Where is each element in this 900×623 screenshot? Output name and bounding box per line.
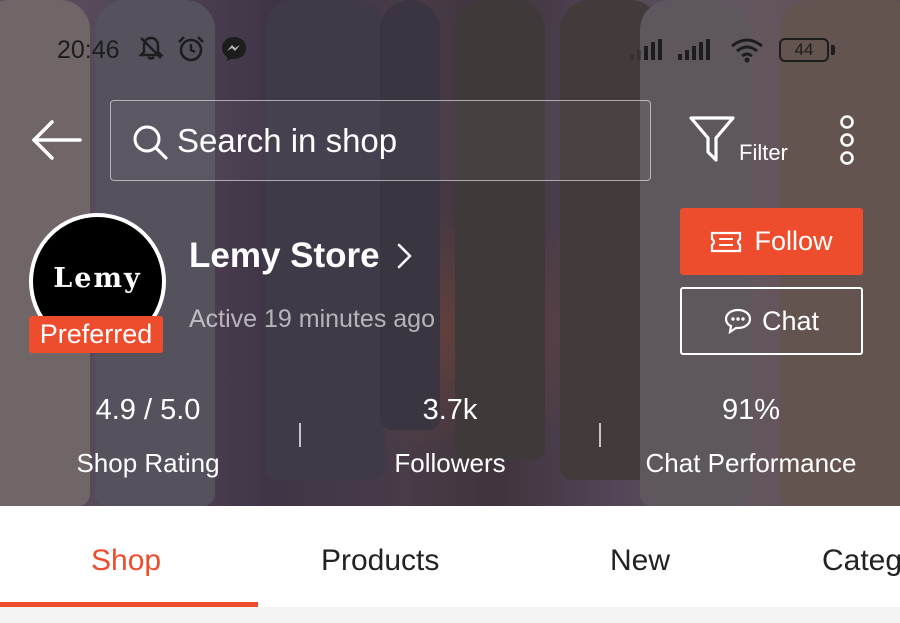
stat-chat-performance[interactable]: 91% Chat Performance [630,392,872,480]
chat-button[interactable]: Chat [680,287,863,355]
search-icon [133,125,168,160]
funnel-icon [689,116,735,162]
chat-label: Chat [761,305,820,336]
search-input[interactable]: Search in shop [110,100,651,181]
stat-value: 91% [721,394,781,426]
wifi-icon [730,37,764,69]
battery-icon: 44 [779,38,829,62]
battery-tip [831,45,835,55]
chevron-right-icon [397,243,411,269]
shop-name: Lemy Store [189,236,380,275]
filter-button[interactable]: Filter [688,112,798,172]
search-placeholder: Search in shop [177,122,398,159]
ticket-icon [711,231,742,252]
signal-icon [678,39,710,60]
tab-products[interactable]: Products [321,544,439,578]
shop-tab-bar: Shop Products New Categ [0,506,900,623]
messenger-icon [220,35,248,69]
signal-icon [630,39,662,60]
stat-value: 3.7k [422,394,478,426]
more-options-button[interactable] [835,113,859,167]
stat-divider [599,423,601,447]
alarm-clock-icon [176,35,206,69]
stat-value: 4.9 / 5.0 [95,394,201,426]
active-status: Active 19 minutes ago [189,305,435,333]
shop-name-link[interactable]: Lemy Store [189,234,414,278]
chat-bubble-icon [724,308,752,334]
shop-logo-text: Lemy [53,263,142,294]
stat-shop-rating[interactable]: 4.9 / 5.0 Shop Rating [48,392,248,480]
back-button[interactable] [30,118,84,162]
tab-new[interactable]: New [610,544,670,578]
stat-divider [299,423,301,447]
stat-followers[interactable]: 3.7k Followers [350,392,550,480]
alarm-off-icon [138,35,164,67]
follow-button[interactable]: Follow [680,208,863,275]
tab-categories[interactable]: Categ [822,544,900,578]
follow-label: Follow [754,226,833,256]
status-time: 20:46 [57,36,120,64]
tab-bar-bottom-band [0,607,900,623]
more-vertical-icon [840,115,854,165]
stat-label: Chat Performance [645,448,857,478]
filter-label: Filter [739,140,788,165]
status-bar: 20:46 44 [0,28,900,72]
arrow-left-icon [32,120,82,160]
tab-shop[interactable]: Shop [91,544,161,578]
stat-label: Shop Rating [76,448,220,478]
stat-label: Followers [394,448,506,478]
preferred-badge: Preferred [29,316,163,353]
